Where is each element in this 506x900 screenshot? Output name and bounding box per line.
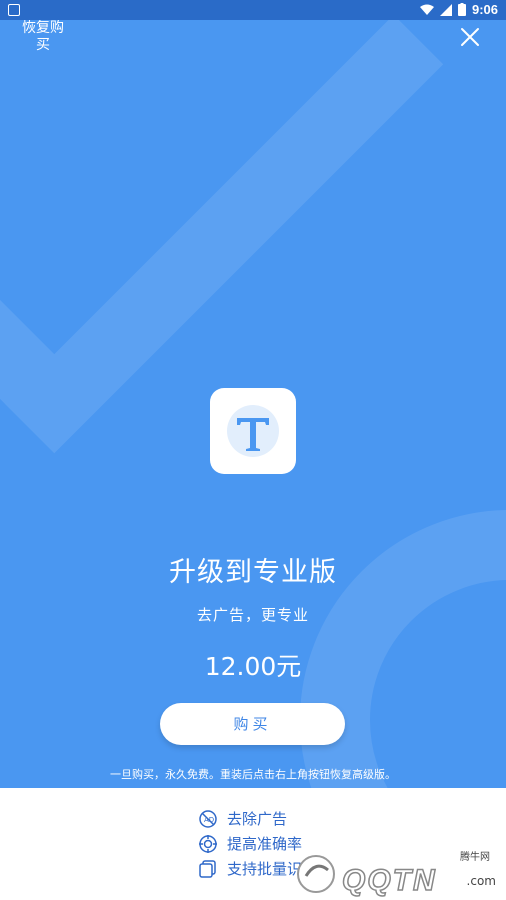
wifi-icon: [419, 4, 434, 15]
watermark-brand: QQTN: [341, 863, 437, 898]
feature-label: 去除广告: [227, 810, 288, 828]
upgrade-subtitle: 去广告，更专业: [196, 606, 309, 624]
no-ads-icon: AD: [199, 809, 217, 828]
signal-icon: [439, 3, 452, 16]
batch-icon: [199, 859, 216, 878]
purchase-hero: 恢复购买 升级到专业版 去广告，更专业 12.00元 购买 一旦购买，永久免费。…: [0, 20, 506, 788]
app-logo: [210, 388, 296, 474]
target-icon: [199, 834, 217, 853]
battery-icon: [457, 3, 466, 16]
status-bar: 9:06: [0, 0, 506, 20]
watermark-suffix: .com: [466, 874, 496, 888]
purchase-notice: 一旦购买，永久免费。重装后点击右上角按钮恢复高级版。: [110, 768, 396, 781]
svg-text:AD: AD: [204, 816, 214, 824]
status-time: 9:06: [471, 2, 498, 17]
feature-label: 支持批量识: [227, 860, 303, 878]
price-label: 12.00元: [204, 652, 302, 681]
restore-purchase-button[interactable]: 恢复购买: [18, 20, 68, 54]
buy-button[interactable]: 购买: [160, 703, 345, 745]
upgrade-title: 升级到专业版: [169, 557, 337, 588]
feature-list: AD 去除广告 提高准确率 支持批量识: [198, 806, 302, 881]
feature-item-no-ads: AD 去除广告: [198, 806, 302, 831]
feature-item-batch: 支持批量识: [198, 856, 302, 881]
watermark: QQTN 腾牛网 .com: [292, 848, 502, 898]
watermark-logo-icon: [297, 855, 335, 893]
feature-item-accuracy: 提高准确率: [198, 831, 302, 856]
notification-icon: [8, 4, 20, 16]
watermark-small-text: 腾牛网: [460, 852, 490, 863]
close-icon[interactable]: [458, 25, 482, 49]
text-recognition-icon: [227, 405, 279, 457]
feature-label: 提高准确率: [227, 835, 303, 853]
